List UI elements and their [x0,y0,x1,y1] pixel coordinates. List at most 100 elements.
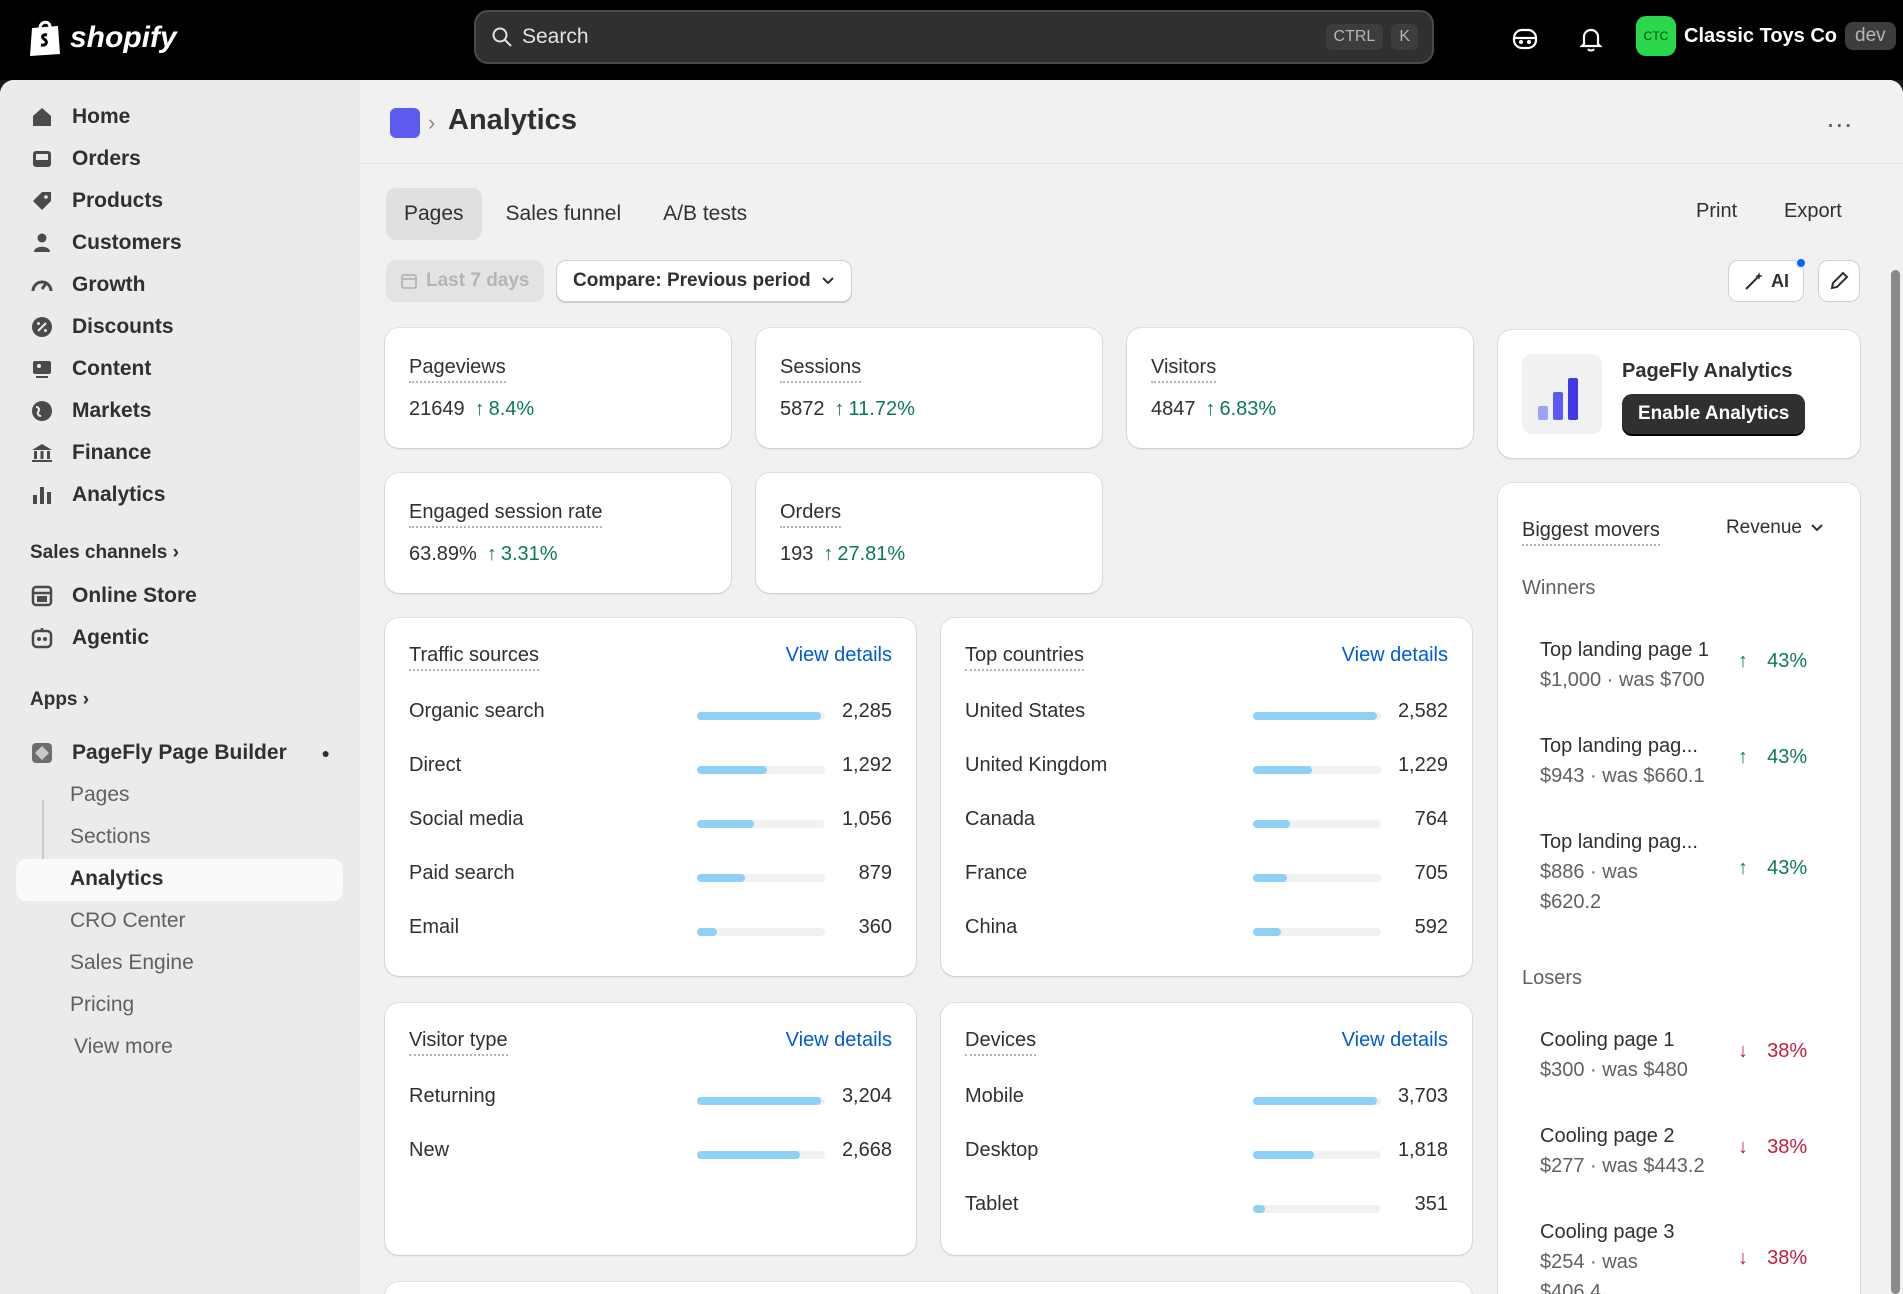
chevron-right-icon: › [82,689,90,710]
view-details-link[interactable]: View details [1342,1029,1448,1052]
sidebar-item-label: Growth [72,273,146,296]
enable-analytics-button[interactable]: Enable Analytics [1622,394,1806,434]
row-label: Returning [409,1085,496,1107]
mover-pct: 43% [1767,857,1808,879]
metric-card-pageviews[interactable]: Pageviews 21649 ↑ 8.4% [385,328,731,448]
row-label: Canada [965,808,1036,830]
mover-name: Top landing pag... [1540,831,1698,853]
compare-select[interactable]: Compare: Previous period [556,260,852,302]
store-avatar: CTC [1636,16,1676,56]
arrow-down-icon: ↓ [1738,1136,1748,1158]
sidebar-item-online-store[interactable]: Online Store [30,584,197,608]
row-value: 592 [1414,916,1448,938]
row-value: 879 [858,862,892,884]
view-details-link[interactable]: View details [786,644,892,667]
metric-title: Orders [780,501,842,528]
list-row: Email 360 [409,916,892,946]
card-title: Biggest movers [1522,519,1660,546]
mover-item[interactable]: Cooling page 2 $277 · was $443.2 [1540,1121,1720,1181]
sidekick-icon[interactable] [1510,24,1540,54]
row-label: United Kingdom [965,754,1108,776]
bar-track [1253,820,1381,828]
export-button[interactable]: Export [1784,200,1842,223]
mover-detail: $300 · was $480 [1540,1059,1688,1081]
analytics-app-icon[interactable] [390,108,420,138]
tab-ab-tests[interactable]: A/B tests [645,188,765,240]
bar-track [697,766,825,774]
store-badge: dev [1845,22,1896,50]
card-title: Devices [965,1029,1037,1056]
sidebar-subitem-pricing[interactable]: Pricing [70,993,134,1017]
sidebar-item-home[interactable]: Home [30,105,130,129]
view-details-link[interactable]: View details [1342,644,1448,667]
metric-card-engaged-session-rate[interactable]: Engaged session rate 63.89% ↑ 3.31% [385,473,731,593]
row-label: Social media [409,808,524,830]
mover-item[interactable]: Top landing pag... $943 · was $660.1 [1540,731,1720,791]
mover-item[interactable]: Cooling page 3 $254 · was $406.4 [1540,1217,1700,1294]
metric-card-orders[interactable]: Orders 193 ↑ 27.81% [756,473,1102,593]
bar-track [1253,1205,1381,1213]
sidebar-subitem-cro-center[interactable]: CRO Center [70,909,186,933]
sidebar-item-agentic[interactable]: Agentic [30,626,149,650]
row-label: United States [965,700,1086,722]
apps-header[interactable]: Apps › [30,689,89,711]
sidebar-subitem-analytics[interactable]: Analytics [70,867,163,891]
bell-icon[interactable] [1576,24,1606,54]
store-switcher[interactable]: CTC Classic Toys Co dev [1636,16,1896,56]
globe-icon [32,401,52,421]
mover-item[interactable]: Top landing page 1 $1,000 · was $700 [1540,635,1720,695]
losers-label: Losers [1522,967,1583,989]
bar-track [697,1151,825,1159]
sidebar-item-analytics[interactable]: Analytics [30,483,165,507]
view-details-link[interactable]: View details [786,1029,892,1052]
view-more-link[interactable]: View more [74,1035,173,1059]
shortcut-k: K [1391,24,1418,50]
sidebar-item-content[interactable]: Content [30,357,151,381]
sidebar-item-markets[interactable]: Markets [30,399,151,423]
scrollbar[interactable] [1889,170,1903,1294]
sidebar-item-pagefly[interactable]: PageFly Page Builder ● [30,741,330,765]
ai-button[interactable]: AI [1728,257,1807,302]
date-range-button[interactable]: Last 7 days [386,260,544,302]
sidebar-subitem-sections[interactable]: Sections [70,825,151,849]
mover-item[interactable]: Top landing pag... $886 · was $620.2 [1540,827,1700,917]
sidebar-item-growth[interactable]: Growth [30,273,146,297]
sidebar-subitem-pages[interactable]: Pages [70,783,130,807]
top-countries-card: Top countries View details United States… [941,618,1472,976]
sales-channels-header[interactable]: Sales channels › [30,542,179,564]
list-row: Social media 1,056 [409,808,892,838]
mover-change: ↑ 43% [1738,650,1807,673]
bar-fill [697,874,745,882]
card-title: Top countries [965,644,1084,671]
print-button[interactable]: Print [1696,200,1737,223]
sidebar-item-finance[interactable]: Finance [30,441,151,465]
movers-metric-select[interactable]: Revenue [1726,517,1824,539]
pin-dot-icon: ● [321,745,330,761]
sidebar-item-discounts[interactable]: Discounts [30,315,174,339]
metric-value: 4847 [1151,398,1196,420]
sidebar-item-products[interactable]: Products [30,189,163,213]
apps-label: Apps [30,689,78,710]
list-row: Returning 3,204 [409,1085,892,1115]
search-bar[interactable]: Search CTRL K [474,10,1434,64]
sales-channels-label: Sales channels [30,542,168,563]
bar-track [1253,766,1381,774]
sidebar-item-label: Analytics [72,483,166,506]
tab-sales-funnel[interactable]: Sales funnel [488,188,640,240]
metric-card-visitors[interactable]: Visitors 4847 ↑ 6.83% [1127,328,1473,448]
scrollbar-thumb[interactable] [1891,270,1900,1294]
mover-item[interactable]: Cooling page 1 $300 · was $480 [1540,1025,1720,1085]
edit-button[interactable] [1818,260,1860,302]
bar-fill [697,1151,800,1159]
page-header: › Analytics ... [360,80,1903,164]
sidebar-subitem-sales-engine[interactable]: Sales Engine [70,951,194,975]
mover-change: ↑ 43% [1738,746,1807,769]
sidebar-item-customers[interactable]: Customers [30,231,182,255]
arrow-up-icon: ↑ [1738,857,1748,879]
shopify-logo[interactable]: shopify [28,18,177,58]
sidebar-item-orders[interactable]: Orders [30,147,141,171]
tab-pages[interactable]: Pages [386,188,482,240]
list-row: New 2,668 [409,1139,892,1169]
more-actions-icon[interactable]: ... [1827,102,1853,134]
metric-card-sessions[interactable]: Sessions 5872 ↑ 11.72% [756,328,1102,448]
